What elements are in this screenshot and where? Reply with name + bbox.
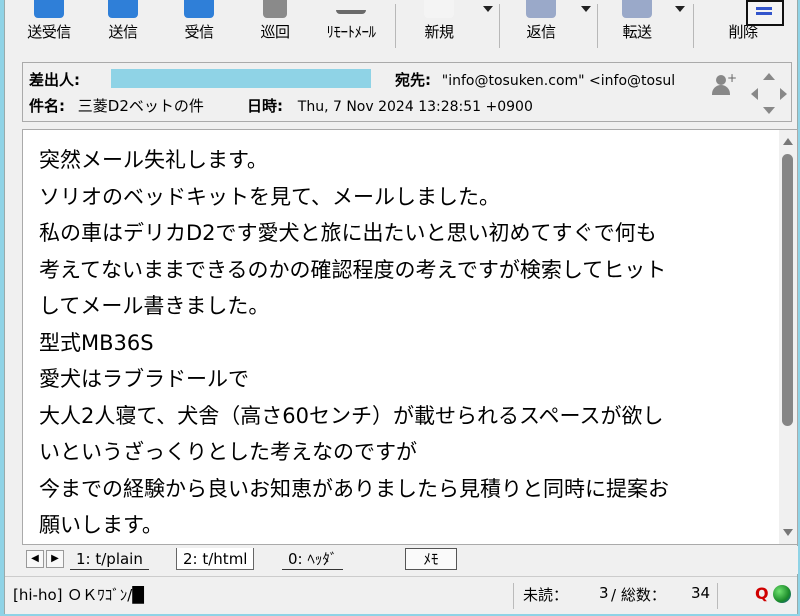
body-line: 愛犬はラブラドールで [39, 367, 249, 391]
body-line: 今までの経験から良いお知恵がありましたら見積りと同時に提案お [39, 476, 669, 501]
receive-label: 受信 [184, 23, 214, 41]
unread-count: 3 [599, 584, 609, 602]
message-body[interactable]: 突然メール失礼します。 ソリオのベッドキットを見て、メールしました。 私の車はデ… [22, 129, 798, 545]
sender-redacted [111, 69, 371, 88]
forward-button[interactable]: 転送 [609, 0, 665, 52]
remote-mail-button[interactable]: ﾘﾓｰﾄﾒｰﾙ [313, 0, 389, 52]
toolbar: 送受信 送信 受信 巡回 ﾘﾓｰﾄﾒｰﾙ 新規 返信 転送 削除 [5, 0, 797, 52]
nav-left-icon[interactable] [751, 88, 758, 100]
q-icon[interactable]: Q [755, 584, 769, 603]
globe-icon[interactable] [773, 585, 791, 603]
tab-html[interactable]: 2: t/html [176, 548, 255, 570]
reply-label: 返信 [526, 23, 556, 41]
send-receive-icon [34, 0, 64, 18]
new-mail-dropdown-icon[interactable] [483, 6, 493, 12]
total-count: 34 [691, 584, 711, 602]
message-navigation [749, 71, 789, 117]
message-header: 差出人: 宛先: "info@tosuken.com" <info@tosul … [22, 62, 792, 122]
scroll-down-icon[interactable] [783, 529, 793, 536]
reply-button[interactable]: 返信 [513, 0, 569, 52]
date-value: Thu, 7 Nov 2024 13:28:51 +0900 [297, 99, 533, 115]
toolbar-separator [395, 4, 396, 48]
status-bar: [hi-ho] ＯＫﾜｺﾞﾝ/█ 未読： 3 / 総数： 34 Q [5, 576, 797, 614]
subject-value: 三菱D2ベットの件 [77, 97, 204, 115]
date-row: 日時: Thu, 7 Nov 2024 13:28:51 +0900 [247, 95, 533, 116]
tab-plain[interactable]: 1: t/plain [70, 548, 149, 570]
account-status: [hi-ho] ＯＫﾜｺﾞﾝ/█ [13, 586, 144, 604]
body-line: 私の車はデリカD2です愛犬と旅に出たいと思い初めてすぐで何も [39, 221, 657, 245]
delete-icon[interactable] [746, 0, 784, 26]
send-button[interactable]: 送信 [97, 0, 149, 52]
scroll-thumb[interactable] [782, 154, 793, 426]
toolbar-separator [597, 4, 598, 48]
nav-up-icon[interactable] [763, 73, 775, 80]
reply-icon [526, 0, 556, 18]
send-receive-label: 送受信 [27, 23, 71, 41]
add-contact-icon[interactable]: + [711, 71, 737, 95]
total-label: / 総数： [611, 586, 666, 604]
toolbar-separator [499, 4, 500, 48]
forward-label: 転送 [622, 23, 652, 41]
send-receive-button[interactable]: 送受信 [19, 0, 79, 52]
from-row: 差出人: [29, 69, 80, 90]
message-text: 突然メール失礼します。 ソリオのベッドキットを見て、メールしました。 私の車はデ… [39, 142, 775, 544]
patrol-icon [263, 0, 287, 18]
remote-mail-icon [336, 10, 366, 14]
mail-window: 送受信 送信 受信 巡回 ﾘﾓｰﾄﾒｰﾙ 新規 返信 転送 削除 差出人: 宛先… [4, 0, 798, 614]
status-separator [717, 583, 718, 609]
body-line: ソリオのベッドキットを見て、メールしました。 [39, 184, 500, 209]
new-mail-icon [424, 0, 454, 18]
tab-scroll-right-icon[interactable]: ▶ [46, 550, 64, 568]
forward-icon [622, 0, 652, 18]
nav-right-icon[interactable] [780, 88, 787, 100]
body-line: 大人2人寝て、犬舎（高さ60センチ）が載せられるスペースが欲し [39, 403, 664, 428]
send-icon [108, 0, 138, 18]
patrol-label: 巡回 [260, 23, 290, 41]
body-line: 願いします。 [39, 513, 163, 537]
memo-button[interactable]: ﾒﾓ [405, 548, 457, 570]
to-label: 宛先: [395, 71, 431, 89]
unread-label: 未読： [523, 586, 569, 604]
send-label: 送信 [108, 23, 138, 41]
new-mail-button[interactable]: 新規 [413, 0, 465, 52]
to-value[interactable]: "info@tosuken.com" <info@tosul [442, 73, 675, 89]
body-line: 型式MB36S [39, 330, 154, 355]
body-line: 考えてないままできるのかの確認程度の考えですが検索してヒット [39, 257, 667, 282]
from-label: 差出人: [29, 71, 80, 89]
vertical-scrollbar[interactable] [779, 130, 797, 544]
tab-header[interactable]: 0: ﾍｯﾀﾞ [282, 548, 344, 570]
date-label: 日時: [247, 97, 283, 115]
toolbar-separator [693, 4, 694, 48]
status-separator [513, 583, 514, 609]
forward-dropdown-icon[interactable] [675, 6, 685, 12]
body-line: してメール書きました。 [39, 294, 270, 318]
body-line: いというざっくりとした考えなのですが [39, 440, 417, 464]
remote-mail-label: ﾘﾓｰﾄﾒｰﾙ [326, 23, 376, 41]
scroll-up-icon[interactable] [783, 138, 793, 145]
receive-button[interactable]: 受信 [173, 0, 225, 52]
subject-label: 件名: [29, 97, 65, 115]
view-tabs: ◀ ▶ 1: t/plain 2: t/html 0: ﾍｯﾀﾞ ﾒﾓ [22, 546, 798, 574]
new-mail-label: 新規 [424, 23, 454, 41]
subject-row: 件名: 三菱D2ベットの件 [29, 95, 204, 116]
to-row: 宛先: "info@tosuken.com" <info@tosul [395, 69, 675, 90]
patrol-button[interactable]: 巡回 [249, 0, 301, 52]
body-line: 突然メール失礼します。 [39, 148, 268, 172]
receive-icon [184, 0, 214, 18]
tab-scroll-left-icon[interactable]: ◀ [26, 550, 44, 568]
nav-down-icon[interactable] [763, 107, 775, 114]
reply-dropdown-icon[interactable] [581, 6, 591, 12]
